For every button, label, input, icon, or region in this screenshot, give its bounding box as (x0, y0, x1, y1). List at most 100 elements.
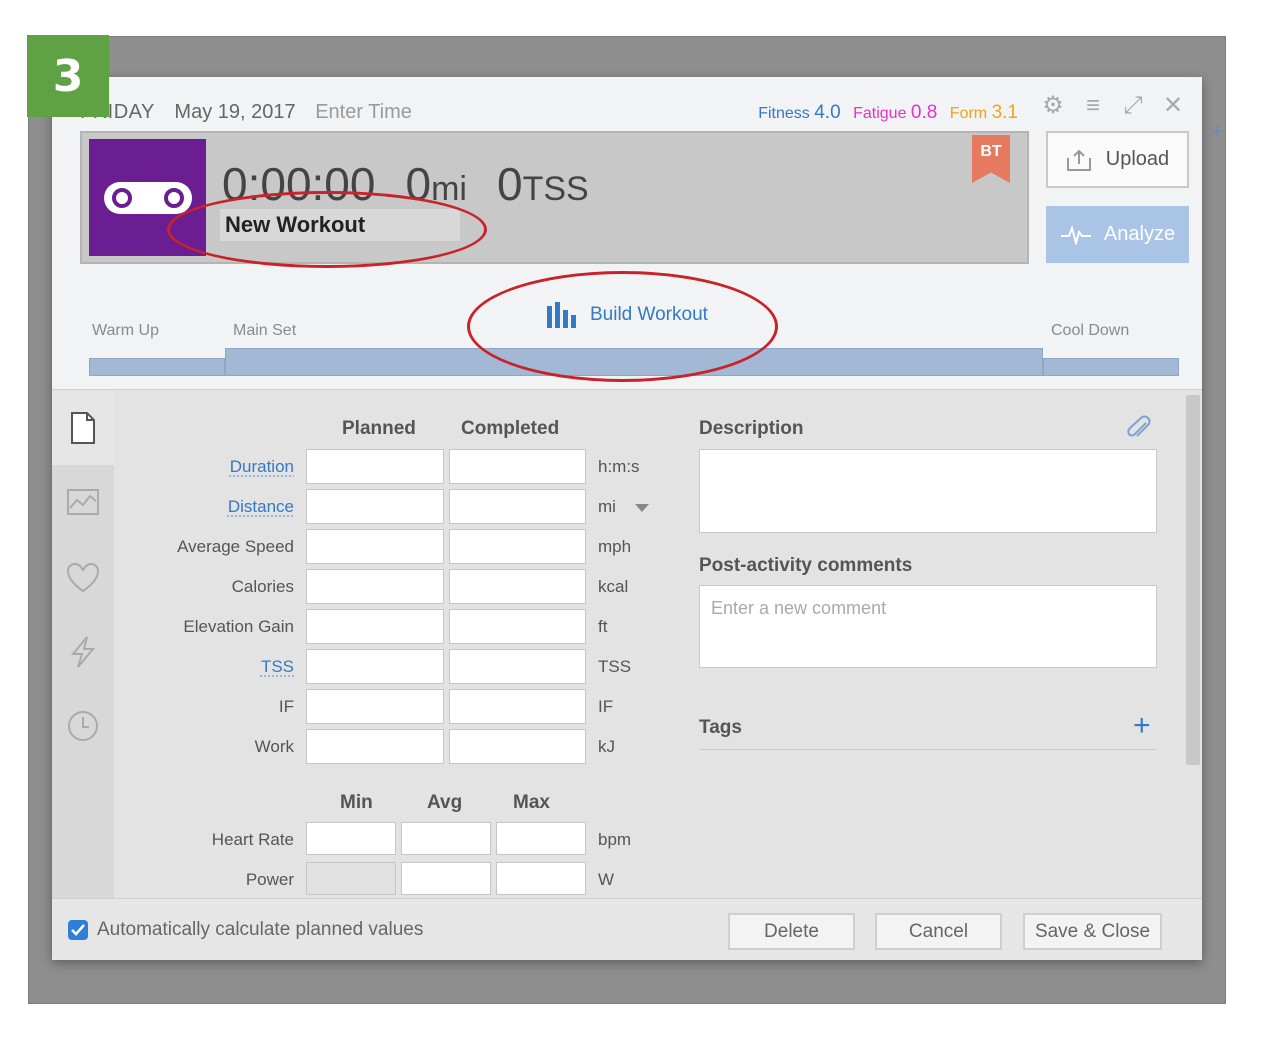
avg-column-header: Avg (427, 792, 463, 813)
add-tag-icon[interactable]: + (1133, 709, 1151, 743)
bike-chain-icon (103, 181, 192, 214)
power-unit: W (598, 870, 615, 889)
form-label: Form (949, 105, 988, 122)
distance-planned-input[interactable] (306, 489, 444, 524)
sport-type-tile[interactable] (89, 139, 206, 256)
work-unit: kJ (598, 737, 615, 756)
main-set-bar[interactable] (225, 348, 1043, 376)
work-planned-input[interactable] (306, 729, 444, 764)
duration-unit: h:m:s (598, 457, 640, 476)
power-min-input (306, 862, 396, 895)
phase-cool-down: Cool Down (1051, 322, 1130, 339)
tss-total: 0 (496, 158, 523, 210)
caret-down-icon (634, 503, 649, 512)
analyze-label: Analyze (1103, 223, 1176, 245)
if-completed-input[interactable] (449, 689, 586, 724)
tss-label[interactable]: TSS (54, 657, 294, 677)
fitness-label: Fitness (758, 105, 810, 122)
fitness-metrics: Fitness 4.0 Fatigue 0.8 Form 3.1 (758, 102, 1026, 124)
workout-title-input[interactable] (220, 209, 460, 241)
phase-warm-up: Warm Up (92, 322, 159, 339)
upload-button[interactable]: Upload (1046, 131, 1189, 188)
menu-icon[interactable]: ≡ (1080, 92, 1106, 120)
tss-planned-input[interactable] (306, 649, 444, 684)
cool-down-bar[interactable] (1043, 358, 1179, 376)
description-textarea[interactable] (699, 449, 1157, 533)
distance-total: 0 (405, 158, 432, 210)
power-max-input[interactable] (496, 862, 586, 895)
tss-unit: TSS (522, 170, 589, 208)
distance-unit-select[interactable]: mi (598, 497, 649, 517)
gear-icon[interactable]: ⚙ (1040, 91, 1066, 120)
distance-unit: mi (431, 170, 467, 208)
heart-rate-max-input[interactable] (496, 822, 586, 855)
bar-chart-icon (547, 302, 576, 328)
calories-completed-input[interactable] (449, 569, 586, 604)
duration-completed-input[interactable] (449, 449, 586, 484)
comments-label: Post-activity comments (699, 555, 913, 576)
backdrop-plus-icon: + (1210, 118, 1225, 145)
phase-main-set: Main Set (233, 322, 297, 339)
workout-totals: 0:00:00 0mi 0TSS (222, 157, 589, 211)
checkmark-icon (71, 924, 85, 936)
auto-calc-checkbox[interactable] (68, 920, 88, 940)
heart-rate-avg-input[interactable] (401, 822, 491, 855)
duration-planned-input[interactable] (306, 449, 444, 484)
tags-divider (699, 749, 1157, 750)
enter-time-link[interactable]: Enter Time (315, 101, 412, 123)
fatigue-label: Fatigue (853, 105, 907, 122)
if-unit: IF (598, 697, 614, 716)
distance-label[interactable]: Distance (54, 497, 294, 517)
work-label: Work (254, 737, 294, 756)
avg-speed-unit: mph (598, 537, 632, 556)
if-label: IF (278, 697, 294, 716)
calories-planned-input[interactable] (306, 569, 444, 604)
dialog-footer: Automatically calculate planned values D… (52, 898, 1202, 960)
build-workout-button[interactable]: Build Workout (546, 302, 708, 328)
pulse-icon (1060, 224, 1091, 245)
auto-calc-label[interactable]: Automatically calculate planned values (97, 919, 423, 941)
paperclip-icon[interactable] (1126, 415, 1152, 448)
tss-unit-label: TSS (598, 657, 632, 676)
warm-up-bar[interactable] (89, 358, 225, 376)
cancel-button[interactable]: Cancel (875, 913, 1002, 950)
workout-date[interactable]: May 19, 2017 (174, 101, 295, 123)
calories-unit: kcal (598, 577, 629, 596)
bt-badge: BT (972, 135, 1010, 183)
elevation-planned-input[interactable] (306, 609, 444, 644)
workout-summary-card: 0:00:000mi0TSS BT (80, 131, 1029, 264)
heart-rate-min-input[interactable] (306, 822, 396, 855)
duration-label[interactable]: Duration (54, 457, 294, 477)
work-completed-input[interactable] (449, 729, 586, 764)
elevation-unit: ft (598, 617, 608, 636)
step-badge: 3 (27, 35, 109, 117)
document-icon[interactable] (66, 411, 100, 445)
workout-header: FRIDAY May 19, 2017 Enter Time Fitness 4… (52, 77, 1202, 390)
avg-speed-completed-input[interactable] (449, 529, 586, 564)
workout-dialog: FRIDAY May 19, 2017 Enter Time Fitness 4… (52, 77, 1202, 960)
comment-placeholder: Enter a new comment (711, 598, 887, 618)
heart-rate-label: Heart Rate (211, 830, 294, 849)
distance-completed-input[interactable] (449, 489, 586, 524)
elevation-completed-input[interactable] (449, 609, 586, 644)
if-planned-input[interactable] (306, 689, 444, 724)
save-close-button[interactable]: Save & Close (1023, 913, 1162, 950)
delete-button[interactable]: Delete (728, 913, 855, 950)
comment-textarea[interactable]: Enter a new comment (699, 585, 1157, 668)
planned-column-header: Planned (342, 418, 416, 439)
tss-completed-input[interactable] (449, 649, 586, 684)
distance-unit-value: mi (598, 497, 616, 516)
power-label: Power (245, 870, 294, 889)
content-scrollbar[interactable] (1182, 391, 1202, 898)
elevation-gain-label: Elevation Gain (183, 617, 294, 636)
close-icon[interactable]: ✕ (1160, 91, 1186, 120)
max-column-header: Max (513, 792, 550, 813)
min-column-header: Min (340, 792, 373, 813)
avg-speed-planned-input[interactable] (306, 529, 444, 564)
expand-icon[interactable]: ⤢ (1120, 92, 1146, 120)
scrollbar-thumb[interactable] (1186, 395, 1200, 765)
upload-icon (1066, 149, 1091, 171)
analyze-button[interactable]: Analyze (1046, 206, 1189, 263)
power-avg-input[interactable] (401, 862, 491, 895)
fatigue-value: 0.8 (910, 102, 938, 123)
